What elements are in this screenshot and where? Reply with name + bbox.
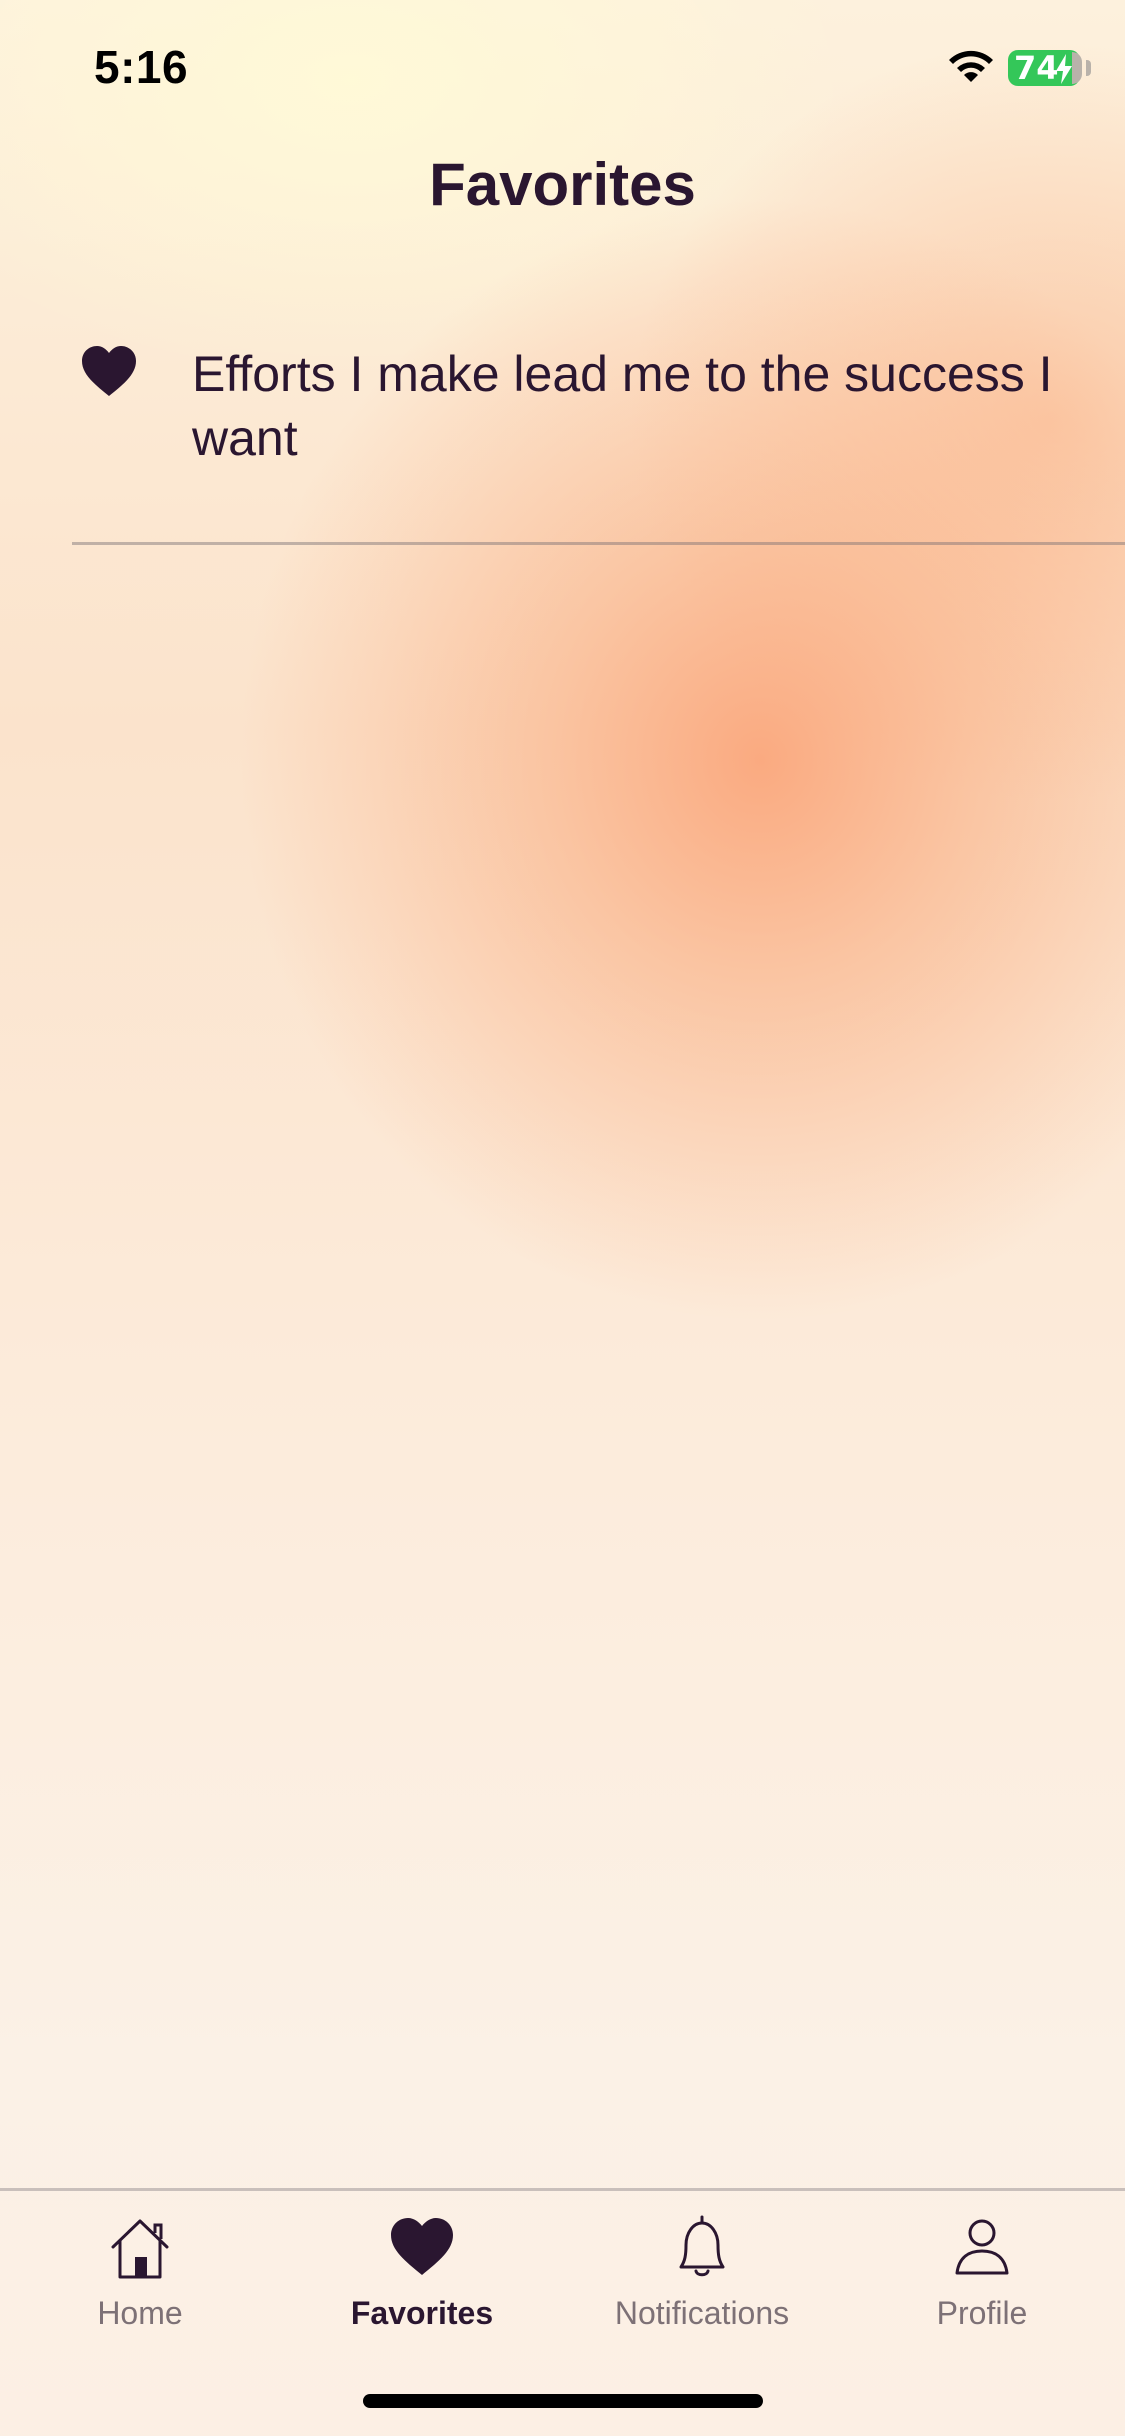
status-bar: 5:16 74 (0, 0, 1125, 132)
status-time: 5:16 (94, 41, 189, 93)
battery-cap (1086, 60, 1091, 76)
page-title: Favorites (429, 151, 696, 218)
heart-icon[interactable] (80, 344, 138, 398)
tab-profile[interactable]: Profile (872, 2213, 1092, 2353)
tab-home-label: Home (97, 2295, 183, 2331)
person-icon (955, 2219, 1009, 2275)
tab-profile-label: Profile (936, 2295, 1028, 2331)
home-icon (111, 2219, 169, 2279)
favorites-list: Efforts I make lead me to the success I … (72, 332, 1125, 545)
list-item[interactable]: Efforts I make lead me to the success I … (72, 332, 1125, 545)
battery-level: 74 (1014, 49, 1059, 87)
favorite-quote-text: Efforts I make lead me to the success I … (192, 346, 1053, 466)
tab-home[interactable]: Home (30, 2213, 250, 2353)
heart-icon (391, 2218, 453, 2275)
bell-icon (679, 2215, 725, 2277)
tab-notifications[interactable]: Notifications (592, 2213, 812, 2353)
tab-favorites[interactable]: Favorites (312, 2213, 532, 2353)
tab-favorites-label: Favorites (350, 2295, 494, 2331)
charging-bolt-icon (1056, 54, 1072, 84)
wifi-icon (949, 50, 993, 82)
home-indicator (363, 2394, 763, 2408)
tab-notifications-label: Notifications (614, 2295, 790, 2331)
